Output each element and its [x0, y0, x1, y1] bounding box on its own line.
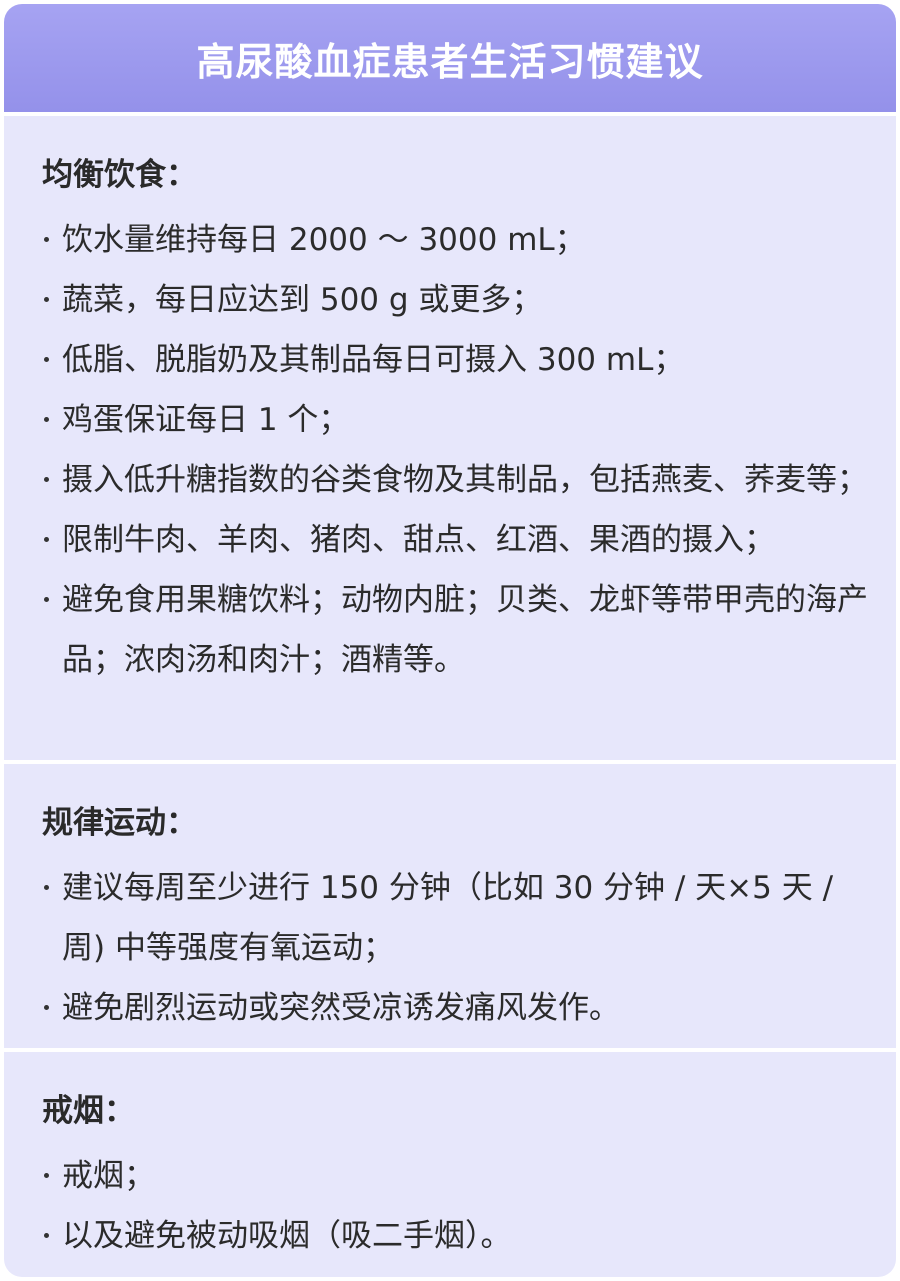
bullet-dot-icon	[44, 597, 49, 602]
list-item-text: 鸡蛋保证每日 1 个；	[62, 402, 350, 438]
list-item-text: 避免食用果糖饮料；动物内脏；贝类、龙虾等带甲壳的海产品；浓肉汤和肉汁；酒精等。	[62, 582, 868, 678]
bullet-dot-icon	[44, 885, 49, 890]
page-title: 高尿酸血症患者生活习惯建议	[196, 39, 704, 84]
list-item: 低脂、脱脂奶及其制品每日可摄入 300 mL；	[42, 330, 876, 390]
bullet-dot-icon	[44, 1005, 49, 1010]
section-balanced-diet: 均衡饮食： 饮水量维持每日 2000 ～ 3000 mL； 蔬菜，每日应达到 5…	[4, 116, 896, 760]
list-item: 避免食用果糖饮料；动物内脏；贝类、龙虾等带甲壳的海产品；浓肉汤和肉汁；酒精等。	[42, 570, 876, 690]
section-heading: 戒烟：	[42, 1093, 135, 1129]
list-item: 戒烟；	[42, 1146, 876, 1206]
list-item: 限制牛肉、羊肉、猪肉、甜点、红酒、果酒的摄入；	[42, 510, 876, 570]
section-quit-smoking: 戒烟： 戒烟； 以及避免被动吸烟（吸二手烟）。	[4, 1052, 896, 1277]
list-item-text: 摄入低升糖指数的谷类食物及其制品，包括燕麦、荞麦等；	[62, 462, 868, 498]
list-item-text: 以及避免被动吸烟（吸二手烟）。	[62, 1218, 512, 1254]
bullet-dot-icon	[44, 357, 49, 362]
section-heading: 均衡饮食：	[42, 157, 197, 193]
list-item-text: 建议每周至少进行 150 分钟（比如 30 分钟 / 天×5 天 / 周) 中等…	[62, 870, 834, 966]
list-item-text: 避免剧烈运动或突然受凉诱发痛风发作。	[62, 990, 620, 1026]
section-heading: 规律运动：	[42, 805, 197, 841]
list-item: 鸡蛋保证每日 1 个；	[42, 390, 876, 450]
advice-card: 高尿酸血症患者生活习惯建议 均衡饮食： 饮水量维持每日 2000 ～ 3000 …	[4, 4, 896, 1277]
list-item-text: 戒烟；	[62, 1158, 155, 1194]
section-regular-exercise: 规律运动： 建议每周至少进行 150 分钟（比如 30 分钟 / 天×5 天 /…	[4, 764, 896, 1048]
bullet-dot-icon	[44, 477, 49, 482]
advice-list: 建议每周至少进行 150 分钟（比如 30 分钟 / 天×5 天 / 周) 中等…	[42, 858, 876, 1038]
list-item: 避免剧烈运动或突然受凉诱发痛风发作。	[42, 978, 876, 1038]
bullet-dot-icon	[44, 537, 49, 542]
list-item: 蔬菜，每日应达到 500 g 或更多；	[42, 270, 876, 330]
list-item: 摄入低升糖指数的谷类食物及其制品，包括燕麦、荞麦等；	[42, 450, 876, 510]
bullet-dot-icon	[44, 1233, 49, 1238]
card-header: 高尿酸血症患者生活习惯建议	[4, 4, 896, 112]
bullet-dot-icon	[44, 417, 49, 422]
list-item: 饮水量维持每日 2000 ～ 3000 mL；	[42, 210, 876, 270]
bullet-dot-icon	[44, 297, 49, 302]
list-item-text: 限制牛肉、羊肉、猪肉、甜点、红酒、果酒的摄入；	[62, 522, 775, 558]
list-item: 建议每周至少进行 150 分钟（比如 30 分钟 / 天×5 天 / 周) 中等…	[42, 858, 876, 978]
list-item-text: 蔬菜，每日应达到 500 g 或更多；	[62, 282, 543, 318]
list-item-text: 饮水量维持每日 2000 ～ 3000 mL；	[62, 222, 586, 258]
bullet-dot-icon	[44, 237, 49, 242]
bullet-dot-icon	[44, 1173, 49, 1178]
list-item: 以及避免被动吸烟（吸二手烟）。	[42, 1206, 876, 1266]
advice-list: 戒烟； 以及避免被动吸烟（吸二手烟）。	[42, 1146, 876, 1266]
advice-list: 饮水量维持每日 2000 ～ 3000 mL； 蔬菜，每日应达到 500 g 或…	[42, 210, 876, 690]
list-item-text: 低脂、脱脂奶及其制品每日可摄入 300 mL；	[62, 342, 685, 378]
